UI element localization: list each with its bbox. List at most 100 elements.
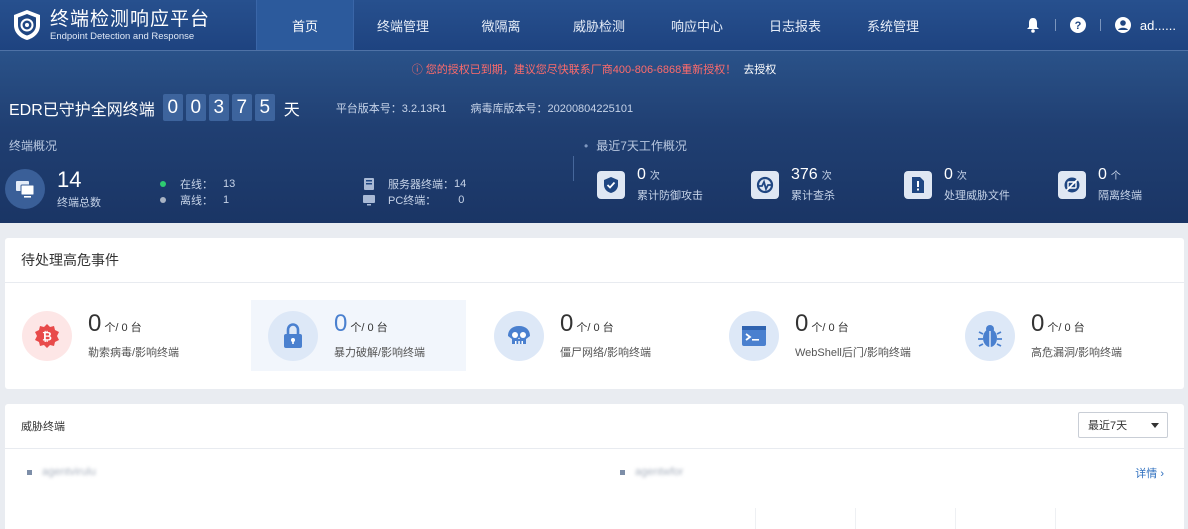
isolate-count: 0 [1098, 166, 1107, 183]
threat-terminals-title: 威胁终端 [5, 404, 1184, 449]
bitcoin-icon: ₿ [22, 310, 72, 361]
server-label: 服务器终端： [388, 179, 454, 191]
offline-label: 离线： [180, 195, 213, 207]
day-digit: 3 [208, 94, 229, 121]
ransomware-unit: 个/ 0 台 [104, 322, 142, 334]
botnet-unit: 个/ 0 台 [576, 322, 614, 334]
legend-label: agentvirulu [42, 466, 96, 478]
brute-force-unit: 个/ 0 台 [350, 322, 388, 334]
lock-icon [268, 310, 318, 361]
week-stat-files[interactable]: 0次 处理威胁文件 [904, 166, 1010, 203]
pc-row[interactable]: PC终端： 0 [363, 192, 466, 208]
event-vulnerability[interactable]: 0 个/ 0 台 高危漏洞/影响终端 [948, 300, 1173, 371]
day-digit: 0 [162, 94, 183, 121]
nav-threat-detection[interactable]: 威胁检测 [550, 0, 648, 50]
pending-events-title: 待处理高危事件 [5, 238, 1184, 283]
terminal-total-count: 14 [57, 167, 82, 192]
event-ransomware[interactable]: ₿ 0 个/ 0 台 勒索病毒/影响终端 [5, 300, 241, 371]
license-alert: ⓘ 您的授权已到期，建议您尽快联系厂商400-806-6868重新授权！ 去授权 [0, 61, 1188, 77]
computers-icon [5, 169, 45, 209]
file-alert-icon [904, 170, 932, 199]
legend-item[interactable]: agentvirulu [27, 466, 96, 478]
legend-item[interactable]: agentwfor [620, 466, 683, 478]
bullet-icon: • [584, 139, 589, 153]
details-link[interactable]: 详情 › [1135, 465, 1164, 481]
nav-divider [1099, 19, 1101, 31]
nav-terminal-management[interactable]: 终端管理 [354, 0, 452, 50]
dashboard-hero: ⓘ 您的授权已到期，建议您尽快联系厂商400-806-6868重新授权！ 去授权… [0, 50, 1188, 223]
svg-text:₿: ₿ [42, 329, 52, 343]
vulnerability-label: 高危漏洞/影响终端 [1031, 347, 1123, 359]
svg-text:?: ? [1074, 20, 1081, 32]
online-status: 在线： 13 离线： 1 [160, 176, 235, 208]
week-stat-scan[interactable]: 376 次 累计查杀 [751, 166, 835, 203]
online-label: 在线： [180, 179, 213, 191]
server-icon [363, 178, 375, 190]
event-webshell[interactable]: 0 个/ 0 台 WebShell后门/影响终端 [712, 300, 937, 371]
online-dot-icon [160, 181, 166, 187]
defense-label: 累计防御攻击 [637, 190, 703, 202]
legend-label: agentwfor [635, 466, 684, 478]
terminal-total[interactable]: 14 终端总数 [5, 168, 101, 210]
user-icon[interactable] [1114, 16, 1132, 34]
authorize-link[interactable]: 去授权 [743, 64, 776, 76]
webshell-count: 0 [795, 310, 809, 337]
online-row[interactable]: 在线： 13 [160, 176, 235, 192]
isolate-label: 隔离终端 [1098, 190, 1142, 202]
scan-unit: 次 [821, 171, 832, 182]
platform-version: 平台版本号：3.2.13R1 [335, 102, 447, 115]
section-divider [573, 156, 574, 181]
files-unit: 次 [956, 171, 967, 182]
grid-line [1055, 508, 1056, 529]
time-range-select[interactable]: 最近7天 [1078, 412, 1168, 438]
files-label: 处理威胁文件 [944, 190, 1010, 202]
day-digit: 5 [254, 94, 275, 121]
day-digit: 0 [185, 94, 206, 121]
files-count: 0 [944, 166, 953, 183]
webshell-label: WebShell后门/影响终端 [795, 347, 911, 359]
offline-dot-icon [160, 197, 166, 203]
brute-force-count: 0 [334, 310, 348, 337]
protection-label: EDR已守护全网终端 [9, 101, 155, 119]
grid-line [755, 508, 756, 529]
bell-icon[interactable] [1024, 16, 1042, 34]
license-alert-text: ⓘ 您的授权已到期，建议您尽快联系厂商400-806-6868重新授权！ [411, 64, 737, 76]
vulnerability-count: 0 [1031, 310, 1045, 337]
app-subtitle: Endpoint Detection and Response [50, 30, 195, 42]
nav-log-reports[interactable]: 日志报表 [746, 0, 844, 50]
nav-divider [1054, 19, 1056, 31]
terminal-types: 服务器终端： 14 PC终端： 0 [363, 176, 466, 208]
shield-check-icon [597, 170, 625, 199]
grid-line [955, 508, 956, 529]
week-stat-defense[interactable]: 0次 累计防御攻击 [597, 166, 703, 203]
chevron-down-icon [1151, 423, 1159, 428]
botnet-label: 僵尸网络/影响终端 [560, 347, 652, 359]
overview-title: 终端概况 [9, 139, 58, 153]
isolate-unit: 个 [1110, 171, 1121, 182]
user-name[interactable]: ad...... [1140, 18, 1176, 33]
webshell-unit: 个/ 0 台 [811, 322, 849, 334]
terminal-icon [729, 310, 779, 361]
nav-system-management[interactable]: 系统管理 [844, 0, 942, 50]
scan-count: 376 [791, 166, 818, 183]
terminal-total-label: 终端总数 [57, 197, 101, 209]
day-unit: 天 [283, 101, 300, 119]
nav-response-center[interactable]: 响应中心 [648, 0, 746, 50]
offline-count: 1 [223, 194, 230, 206]
server-row[interactable]: 服务器终端： 14 [363, 176, 466, 192]
help-icon[interactable]: ? [1069, 16, 1087, 34]
offline-row[interactable]: 离线： 1 [160, 192, 235, 208]
event-brute-force[interactable]: 0 个/ 0 台 暴力破解/影响终端 [251, 300, 466, 371]
event-botnet[interactable]: 0 个/ 0 台 僵尸网络/影响终端 [477, 300, 702, 371]
nav-home[interactable]: 首页 [256, 0, 354, 50]
threat-terminals-card: 威胁终端 最近7天 agentvirulu agentwfor 详情 › [5, 404, 1184, 529]
protection-days: EDR已守护全网终端 0 0 3 7 5 天 平台版本号：3.2.13R1 病毒… [9, 94, 633, 121]
legend-swatch-icon [620, 469, 625, 475]
isolate-icon [1058, 170, 1086, 199]
brand[interactable]: 终端检测响应平台 Endpoint Detection and Response [0, 0, 256, 50]
app-title: 终端检测响应平台 [50, 8, 211, 30]
defense-unit: 次 [649, 171, 660, 182]
time-range-value: 最近7天 [1088, 420, 1128, 432]
week-stat-isolate[interactable]: 0个 隔离终端 [1058, 166, 1142, 203]
nav-micro-isolation[interactable]: 微隔离 [452, 0, 550, 50]
